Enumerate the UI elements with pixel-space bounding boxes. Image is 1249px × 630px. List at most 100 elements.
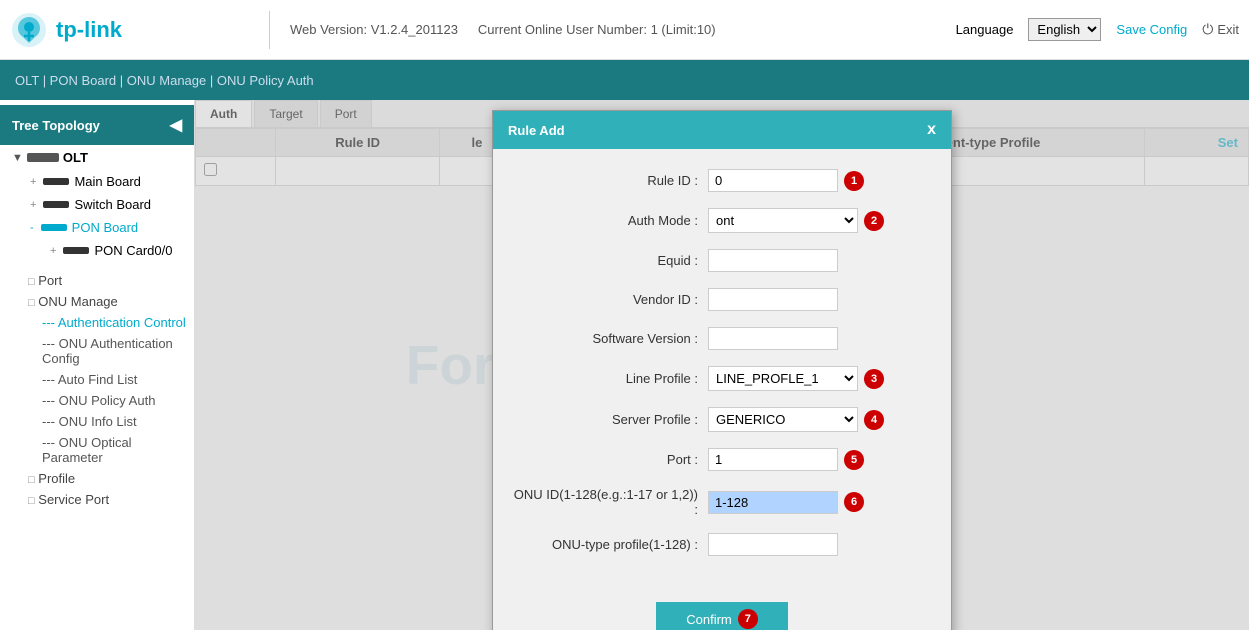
port-input[interactable] xyxy=(708,448,838,471)
power-icon: ⏻ xyxy=(1202,21,1213,38)
onu-policy-dash: --- xyxy=(42,393,59,408)
form-row-onu-id: ONU ID(1-128(e.g.:1-17 or 1,2)) : 6 xyxy=(508,487,936,517)
step-badge-1: 1 xyxy=(844,171,864,191)
olt-device-icon xyxy=(27,153,59,162)
software-version-input[interactable] xyxy=(708,327,838,350)
auth-mode-select[interactable]: ont xyxy=(708,208,858,233)
form-row-server-profile: Server Profile : GENERICO 4 xyxy=(508,407,936,432)
onu-manage-label: ONU Manage xyxy=(38,294,117,309)
sidebar-collapse-icon[interactable]: ◀ xyxy=(170,115,182,135)
logo-brand: tp-link xyxy=(56,17,122,43)
modal-overlay: Rule Add x Rule ID : 1 Auth Mode : xyxy=(195,100,1249,630)
sidebar-menu-service-port[interactable]: □ Service Port xyxy=(0,489,194,510)
pon-card-label: PON Card0/0 xyxy=(94,243,172,258)
sidebar-item-switch-board[interactable]: + Switch Board xyxy=(14,193,194,216)
content-area: Auth Target Port Rule ID le Port ID ONU … xyxy=(195,100,1249,630)
online-label: Current Online User Number: 1 (Limit:10) xyxy=(478,22,716,37)
sidebar-menu-onu-policy[interactable]: --- ONU Policy Auth xyxy=(0,390,194,411)
exit-btn[interactable]: ⏻ Exit xyxy=(1202,21,1239,38)
vendor-id-label: Vendor ID : xyxy=(508,292,708,307)
form-row-onu-type-profile: ONU-type profile(1-128) : xyxy=(508,533,936,556)
sidebar-menu-onu-optical[interactable]: --- ONU Optical Parameter xyxy=(0,432,194,468)
rule-id-label: Rule ID : xyxy=(508,173,708,188)
rule-id-input[interactable] xyxy=(708,169,838,192)
form-row-vendor-id: Vendor ID : xyxy=(508,288,936,311)
step-badge-4: 4 xyxy=(864,410,884,430)
auth-control-label: Authentication Control xyxy=(58,315,186,330)
sidebar-item-main-board[interactable]: + Main Board xyxy=(14,170,194,193)
rule-id-control: 1 xyxy=(708,169,936,192)
language-select[interactable]: English xyxy=(1028,18,1101,41)
form-row-auth-mode: Auth Mode : ont 2 xyxy=(508,208,936,233)
service-port-label: Service Port xyxy=(38,492,109,507)
vendor-id-input[interactable] xyxy=(708,288,838,311)
version-label: Web Version: V1.2.4_201123 xyxy=(290,22,458,37)
sidebar-item-pon-card[interactable]: + PON Card0/0 xyxy=(14,239,194,262)
main-board-label: Main Board xyxy=(74,174,140,189)
modal-title: Rule Add xyxy=(508,123,565,138)
auth-control-dash: --- xyxy=(42,315,58,330)
main-layout: Tree Topology ◀ ▼ OLT + Main Board + Swi… xyxy=(0,100,1249,630)
profile-expand-icon: □ xyxy=(28,474,35,486)
sidebar-item-olt[interactable]: ▼ OLT xyxy=(0,145,194,170)
equid-input[interactable] xyxy=(708,249,838,272)
step-badge-5: 5 xyxy=(844,450,864,470)
switch-board-device-icon xyxy=(43,201,69,208)
form-row-port: Port : 5 xyxy=(508,448,936,471)
step-badge-2: 2 xyxy=(864,211,884,231)
form-row-equid: Equid : xyxy=(508,249,936,272)
olt-expand-icon[interactable]: ▼ xyxy=(12,152,23,164)
port-control: 5 xyxy=(708,448,936,471)
onu-type-profile-input[interactable] xyxy=(708,533,838,556)
line-profile-select[interactable]: LINE_PROFLE_1 xyxy=(708,366,858,391)
onu-auth-config-dash: --- xyxy=(42,336,59,351)
onu-info-dash: --- xyxy=(42,414,59,429)
port-label: Port : xyxy=(508,452,708,467)
onu-type-profile-label: ONU-type profile(1-128) : xyxy=(508,537,708,552)
software-version-control xyxy=(708,327,936,350)
sidebar-menu-onu-manage[interactable]: □ ONU Manage xyxy=(0,291,194,312)
equid-control xyxy=(708,249,936,272)
onu-id-label: ONU ID(1-128(e.g.:1-17 or 1,2)) : xyxy=(508,487,708,517)
switch-board-label: Switch Board xyxy=(74,197,151,212)
sidebar-menu-port[interactable]: □ Port xyxy=(0,270,194,291)
pon-card-device-icon xyxy=(63,247,89,254)
service-port-expand-icon: □ xyxy=(28,495,35,507)
auth-mode-label: Auth Mode : xyxy=(508,213,708,228)
language-label: Language xyxy=(956,22,1014,37)
confirm-button[interactable]: Confirm 7 xyxy=(656,602,788,630)
header-info: Web Version: V1.2.4_201123 Current Onlin… xyxy=(270,22,956,37)
server-profile-select[interactable]: GENERICO xyxy=(708,407,858,432)
sidebar-menu-auth-control[interactable]: --- Authentication Control xyxy=(0,312,194,333)
main-board-device-icon xyxy=(43,178,69,185)
onu-id-input[interactable] xyxy=(708,491,838,514)
header: tp-link Web Version: V1.2.4_201123 Curre… xyxy=(0,0,1249,60)
equid-label: Equid : xyxy=(508,253,708,268)
breadcrumb: OLT | PON Board | ONU Manage | ONU Polic… xyxy=(15,73,314,88)
nav-breadcrumb-bar: OLT | PON Board | ONU Manage | ONU Polic… xyxy=(0,60,1249,100)
server-profile-control: GENERICO 4 xyxy=(708,407,936,432)
modal-close-button[interactable]: x xyxy=(927,121,936,139)
switch-board-icon: + xyxy=(30,199,36,211)
sidebar-menu-auto-find[interactable]: --- Auto Find List xyxy=(0,369,194,390)
sidebar-item-pon-board[interactable]: - PON Board xyxy=(14,216,194,239)
auth-mode-control: ont 2 xyxy=(708,208,936,233)
pon-card-icon: + xyxy=(50,245,56,257)
sidebar-menu-onu-info[interactable]: --- ONU Info List xyxy=(0,411,194,432)
onu-policy-label: ONU Policy Auth xyxy=(59,393,156,408)
form-row-software-version: Software Version : xyxy=(508,327,936,350)
sidebar-menu-onu-auth-config[interactable]: --- ONU Authentication Config xyxy=(0,333,194,369)
pon-board-device-icon xyxy=(41,224,67,231)
tree-topology-header[interactable]: Tree Topology ◀ xyxy=(0,105,194,145)
header-right: Language English Save Config ⏻ Exit xyxy=(956,18,1239,41)
auto-find-dash: --- xyxy=(42,372,58,387)
server-profile-label: Server Profile : xyxy=(508,412,708,427)
save-config-link[interactable]: Save Config xyxy=(1116,22,1187,37)
sidebar-menu-profile[interactable]: □ Profile xyxy=(0,468,194,489)
vendor-id-control xyxy=(708,288,936,311)
onu-info-label: ONU Info List xyxy=(59,414,137,429)
line-profile-label: Line Profile : xyxy=(508,371,708,386)
pon-board-icon: - xyxy=(30,222,34,234)
olt-label: OLT xyxy=(63,150,88,165)
confirm-label: Confirm xyxy=(686,612,732,627)
